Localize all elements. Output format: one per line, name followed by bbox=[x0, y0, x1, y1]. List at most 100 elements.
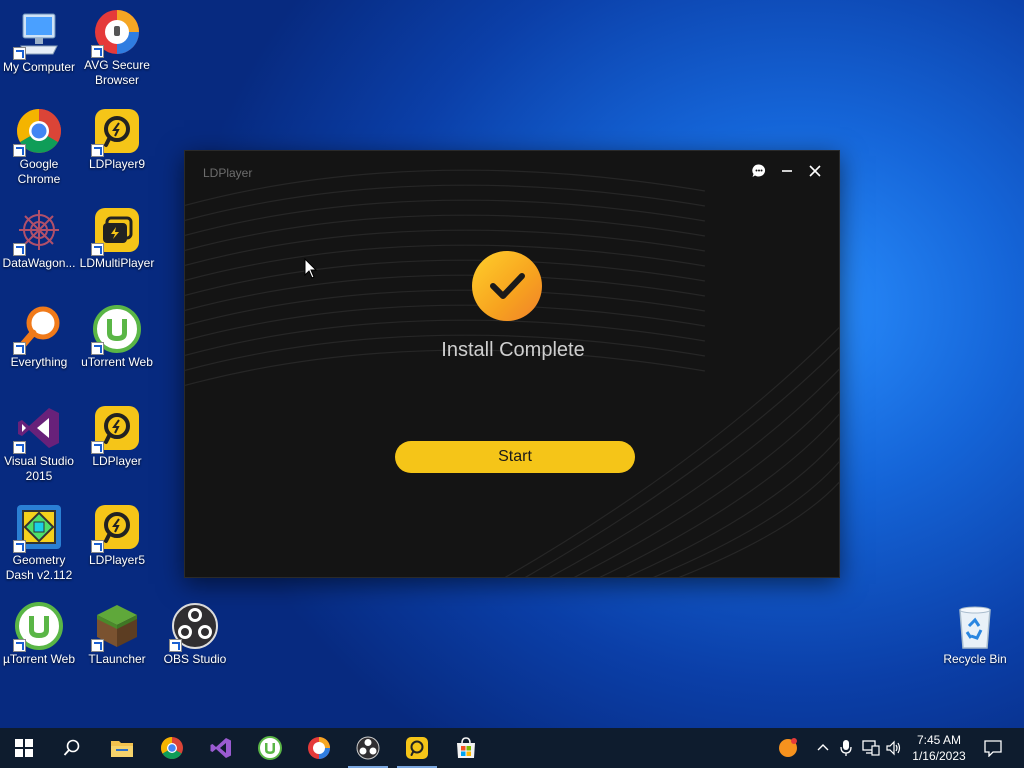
minimize-button[interactable] bbox=[774, 161, 800, 181]
desktop-icon-label: DataWagon... bbox=[2, 256, 76, 270]
desktop-icon-visual-studio-2015[interactable]: Visual Studio 2015 bbox=[0, 404, 78, 484]
taskbar-microsoft-store[interactable] bbox=[442, 728, 490, 768]
geometry-dash-icon bbox=[13, 503, 63, 553]
shortcut-arrow-icon bbox=[13, 441, 26, 454]
datawagon-icon bbox=[13, 206, 63, 256]
tray-volume[interactable] bbox=[883, 728, 905, 768]
action-center-button[interactable] bbox=[978, 728, 1008, 768]
desktop-icon-label: Google Chrome bbox=[17, 157, 61, 186]
taskbar-ldplayer[interactable] bbox=[393, 728, 441, 768]
visual-studio-icon bbox=[13, 404, 63, 454]
ldplayer-installer-window: LDPlayer Install Complete Start bbox=[184, 150, 840, 578]
start-button[interactable]: Start bbox=[395, 441, 635, 473]
window-title: LDPlayer bbox=[203, 166, 253, 180]
desktop-icon-ldplayer9[interactable]: LDPlayer9 bbox=[78, 107, 156, 172]
shortcut-arrow-icon bbox=[13, 144, 26, 157]
shortcut-arrow-icon bbox=[91, 540, 104, 553]
desktop-icon-mutorrent-web[interactable]: µTorrent Web bbox=[0, 602, 78, 667]
ldmultiplayer-icon bbox=[91, 206, 141, 256]
notification-icon bbox=[984, 740, 1002, 757]
shortcut-arrow-icon bbox=[13, 243, 26, 256]
desktop-icon-recycle-bin[interactable]: Recycle Bin bbox=[936, 602, 1014, 667]
desktop-icon-ldplayer[interactable]: LDPlayer bbox=[78, 404, 156, 469]
mouse-cursor-icon bbox=[304, 258, 318, 279]
taskbar: 7:45 AM 1/16/2023 bbox=[0, 728, 1024, 768]
desktop-icon-label: Recycle Bin bbox=[943, 652, 1007, 666]
desktop-icon-datawagon[interactable]: DataWagon... bbox=[0, 206, 78, 271]
clock-date: 1/16/2023 bbox=[912, 749, 966, 763]
feedback-icon bbox=[752, 164, 766, 177]
install-complete-heading: Install Complete bbox=[441, 339, 585, 361]
minimize-icon bbox=[782, 170, 792, 172]
desktop-icon-label: Visual Studio 2015 bbox=[4, 454, 74, 483]
taskbar-avg-browser[interactable] bbox=[295, 728, 343, 768]
shortcut-arrow-icon bbox=[91, 243, 104, 256]
windows-start-icon bbox=[15, 739, 33, 757]
taskbar-chrome[interactable] bbox=[148, 728, 196, 768]
desktop-icon-google-chrome[interactable]: Google Chrome bbox=[0, 107, 78, 187]
tray-microphone[interactable] bbox=[836, 728, 856, 768]
desktop-icon-label: My Computer bbox=[2, 60, 76, 74]
ldplayer-icon bbox=[91, 404, 141, 454]
desktop-icon-ldmultiplayer[interactable]: LDMultiPlayer bbox=[78, 206, 156, 271]
tray-network[interactable] bbox=[860, 728, 882, 768]
shortcut-arrow-icon bbox=[91, 342, 104, 355]
taskbar-utorrent[interactable] bbox=[246, 728, 294, 768]
utorrent-icon bbox=[91, 305, 141, 355]
desktop-icon-utorrent-web[interactable]: uTorrent Web bbox=[78, 305, 156, 370]
shortcut-arrow-icon bbox=[91, 45, 104, 58]
obs-icon bbox=[169, 602, 219, 652]
desktop-icon-label: LDMultiPlayer bbox=[79, 256, 155, 270]
taskbar-obs[interactable] bbox=[344, 728, 392, 768]
desktop-icon-everything[interactable]: Everything bbox=[0, 305, 78, 370]
desktop-icon-label: uTorrent Web bbox=[81, 355, 153, 369]
ldplayer-icon bbox=[91, 107, 141, 157]
taskbar-visual-studio[interactable] bbox=[197, 728, 245, 768]
file-explorer-icon bbox=[111, 741, 133, 757]
window-background-pattern bbox=[185, 169, 839, 577]
volume-icon bbox=[886, 740, 901, 756]
avg-browser-icon bbox=[308, 737, 330, 759]
close-button[interactable] bbox=[802, 161, 828, 181]
desktop-icon-tlauncher[interactable]: TLauncher bbox=[78, 602, 156, 667]
chrome-icon bbox=[13, 107, 63, 157]
desktop-icon-my-computer[interactable]: My Computer bbox=[0, 10, 78, 75]
desktop-icon-label: LDPlayer bbox=[92, 454, 142, 468]
shortcut-arrow-icon bbox=[91, 441, 104, 454]
close-icon bbox=[809, 165, 821, 177]
shortcut-arrow-icon bbox=[91, 639, 104, 652]
taskbar-clock[interactable]: 7:45 AM 1/16/2023 bbox=[905, 732, 973, 764]
shortcut-arrow-icon bbox=[169, 639, 182, 652]
desktop-icon-label: LDPlayer5 bbox=[88, 553, 146, 567]
taskbar-file-explorer[interactable] bbox=[98, 728, 146, 768]
tray-show-hidden[interactable] bbox=[812, 728, 834, 768]
network-icon bbox=[862, 740, 880, 756]
microsoft-store-icon bbox=[457, 737, 475, 758]
desktop-icon-obs-studio[interactable]: OBS Studio bbox=[156, 602, 234, 667]
feedback-button[interactable] bbox=[746, 161, 772, 181]
chrome-icon bbox=[161, 737, 183, 759]
avg-browser-icon bbox=[91, 8, 141, 58]
start-button-taskbar[interactable] bbox=[0, 728, 48, 768]
desktop-icon-label: Everything bbox=[10, 355, 68, 369]
ldplayer-icon bbox=[91, 503, 141, 553]
obs-icon bbox=[356, 736, 380, 760]
desktop-icon-geometry-dash[interactable]: Geometry Dash v2.112 bbox=[0, 503, 78, 583]
desktop-icon-label: Geometry Dash v2.112 bbox=[5, 553, 73, 582]
desktop-icon-label: LDPlayer9 bbox=[88, 157, 146, 171]
microphone-icon bbox=[840, 740, 852, 756]
desktop-icon-avg-secure-browser[interactable]: AVG Secure Browser bbox=[78, 8, 156, 88]
tray-orange-app[interactable] bbox=[774, 728, 802, 768]
chevron-up-icon bbox=[817, 744, 829, 751]
desktop-icon-ldplayer5[interactable]: LDPlayer5 bbox=[78, 503, 156, 568]
search-button[interactable] bbox=[48, 728, 96, 768]
clock-time: 7:45 AM bbox=[916, 733, 962, 747]
shortcut-arrow-icon bbox=[13, 47, 26, 60]
orange-app-icon bbox=[779, 738, 797, 757]
shortcut-arrow-icon bbox=[13, 639, 26, 652]
desktop-icon-label: AVG Secure Browser bbox=[84, 58, 150, 87]
desktop-icon-label: µTorrent Web bbox=[2, 652, 76, 666]
everything-search-icon bbox=[13, 305, 63, 355]
ldplayer-icon bbox=[406, 737, 428, 759]
minecraft-block-icon bbox=[91, 602, 141, 652]
